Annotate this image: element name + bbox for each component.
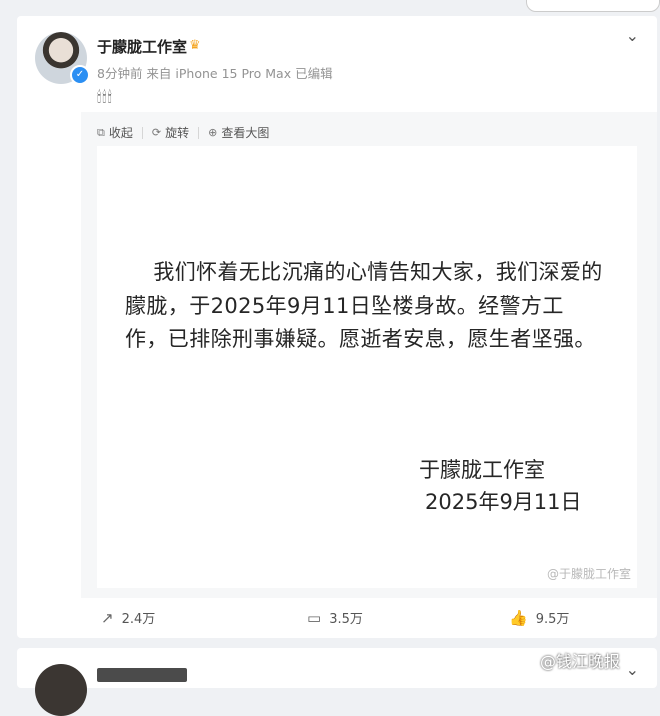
share-button[interactable]: ↗ 2.4万 — [101, 608, 156, 628]
post-text: 🕯🕯🕯 — [97, 88, 113, 106]
view-large-button[interactable]: ⊕ 查看大图 — [208, 124, 269, 141]
image-toolbar: ⧉ 收起 ⟳ 旋转 ⊕ 查看大图 — [97, 124, 269, 141]
rotate-button[interactable]: ⟳ 旋转 — [152, 124, 189, 141]
comment-count: 3.5万 — [329, 612, 363, 627]
rotate-icon: ⟳ — [151, 126, 162, 139]
collapse-icon: ⧉ — [97, 125, 105, 139]
statement-text: 我们怀着无比沉痛的心情告知大家，我们深爱的朦胧，于2025年9月11日坠楼身故。… — [125, 260, 603, 351]
action-bar: ↗ 2.4万 ▭ 3.5万 👍 9.5万 — [17, 608, 657, 632]
like-button[interactable]: 👍 9.5万 — [509, 608, 570, 628]
image-watermark: @于朦胧工作室 — [546, 567, 631, 581]
page-watermark: @钱江晚报 — [540, 652, 621, 671]
signature-date: 2025年9月11日 — [425, 490, 582, 514]
crown-icon: ♛ — [189, 38, 201, 53]
post-meta: 8分钟前 来自 iPhone 15 Pro Max 已编辑 — [97, 66, 333, 81]
username[interactable]: 于朦胧工作室 — [97, 36, 187, 57]
collapse-label: 收起 — [108, 126, 133, 140]
search-box-cutoff[interactable] — [526, 0, 660, 12]
comment-icon: ▭ — [307, 608, 322, 627]
thumbs-up-icon: 👍 — [509, 608, 528, 627]
share-count: 2.4万 — [121, 612, 156, 627]
signature-name: 于朦胧工作室 — [419, 458, 545, 482]
top-bar — [0, 0, 660, 12]
divider — [141, 126, 143, 139]
rotate-label: 旋转 — [165, 126, 190, 140]
avatar[interactable] — [35, 664, 87, 716]
divider — [198, 126, 200, 139]
comment-button[interactable]: ▭ 3.5万 — [307, 608, 363, 628]
chevron-down-icon[interactable]: ⌄ — [626, 660, 639, 679]
view-large-label: 查看大图 — [221, 126, 270, 140]
post-image[interactable]: 我们怀着无比沉痛的心情告知大家，我们深爱的朦胧，于2025年9月11日坠楼身故。… — [97, 146, 637, 588]
avatar[interactable]: ✓ — [35, 32, 90, 85]
like-count: 9.5万 — [535, 612, 570, 627]
username-cutoff[interactable] — [97, 668, 187, 682]
collapse-button[interactable]: ⧉ 收起 — [97, 124, 133, 141]
chevron-down-icon[interactable]: ⌄ — [626, 26, 639, 45]
magnify-icon: ⊕ — [208, 126, 218, 139]
verified-badge-icon: ✓ — [70, 65, 90, 85]
weibo-post-card: ✓ 于朦胧工作室 ♛ 8分钟前 来自 iPhone 15 Pro Max 已编辑… — [17, 16, 657, 638]
share-icon: ↗ — [101, 608, 114, 627]
